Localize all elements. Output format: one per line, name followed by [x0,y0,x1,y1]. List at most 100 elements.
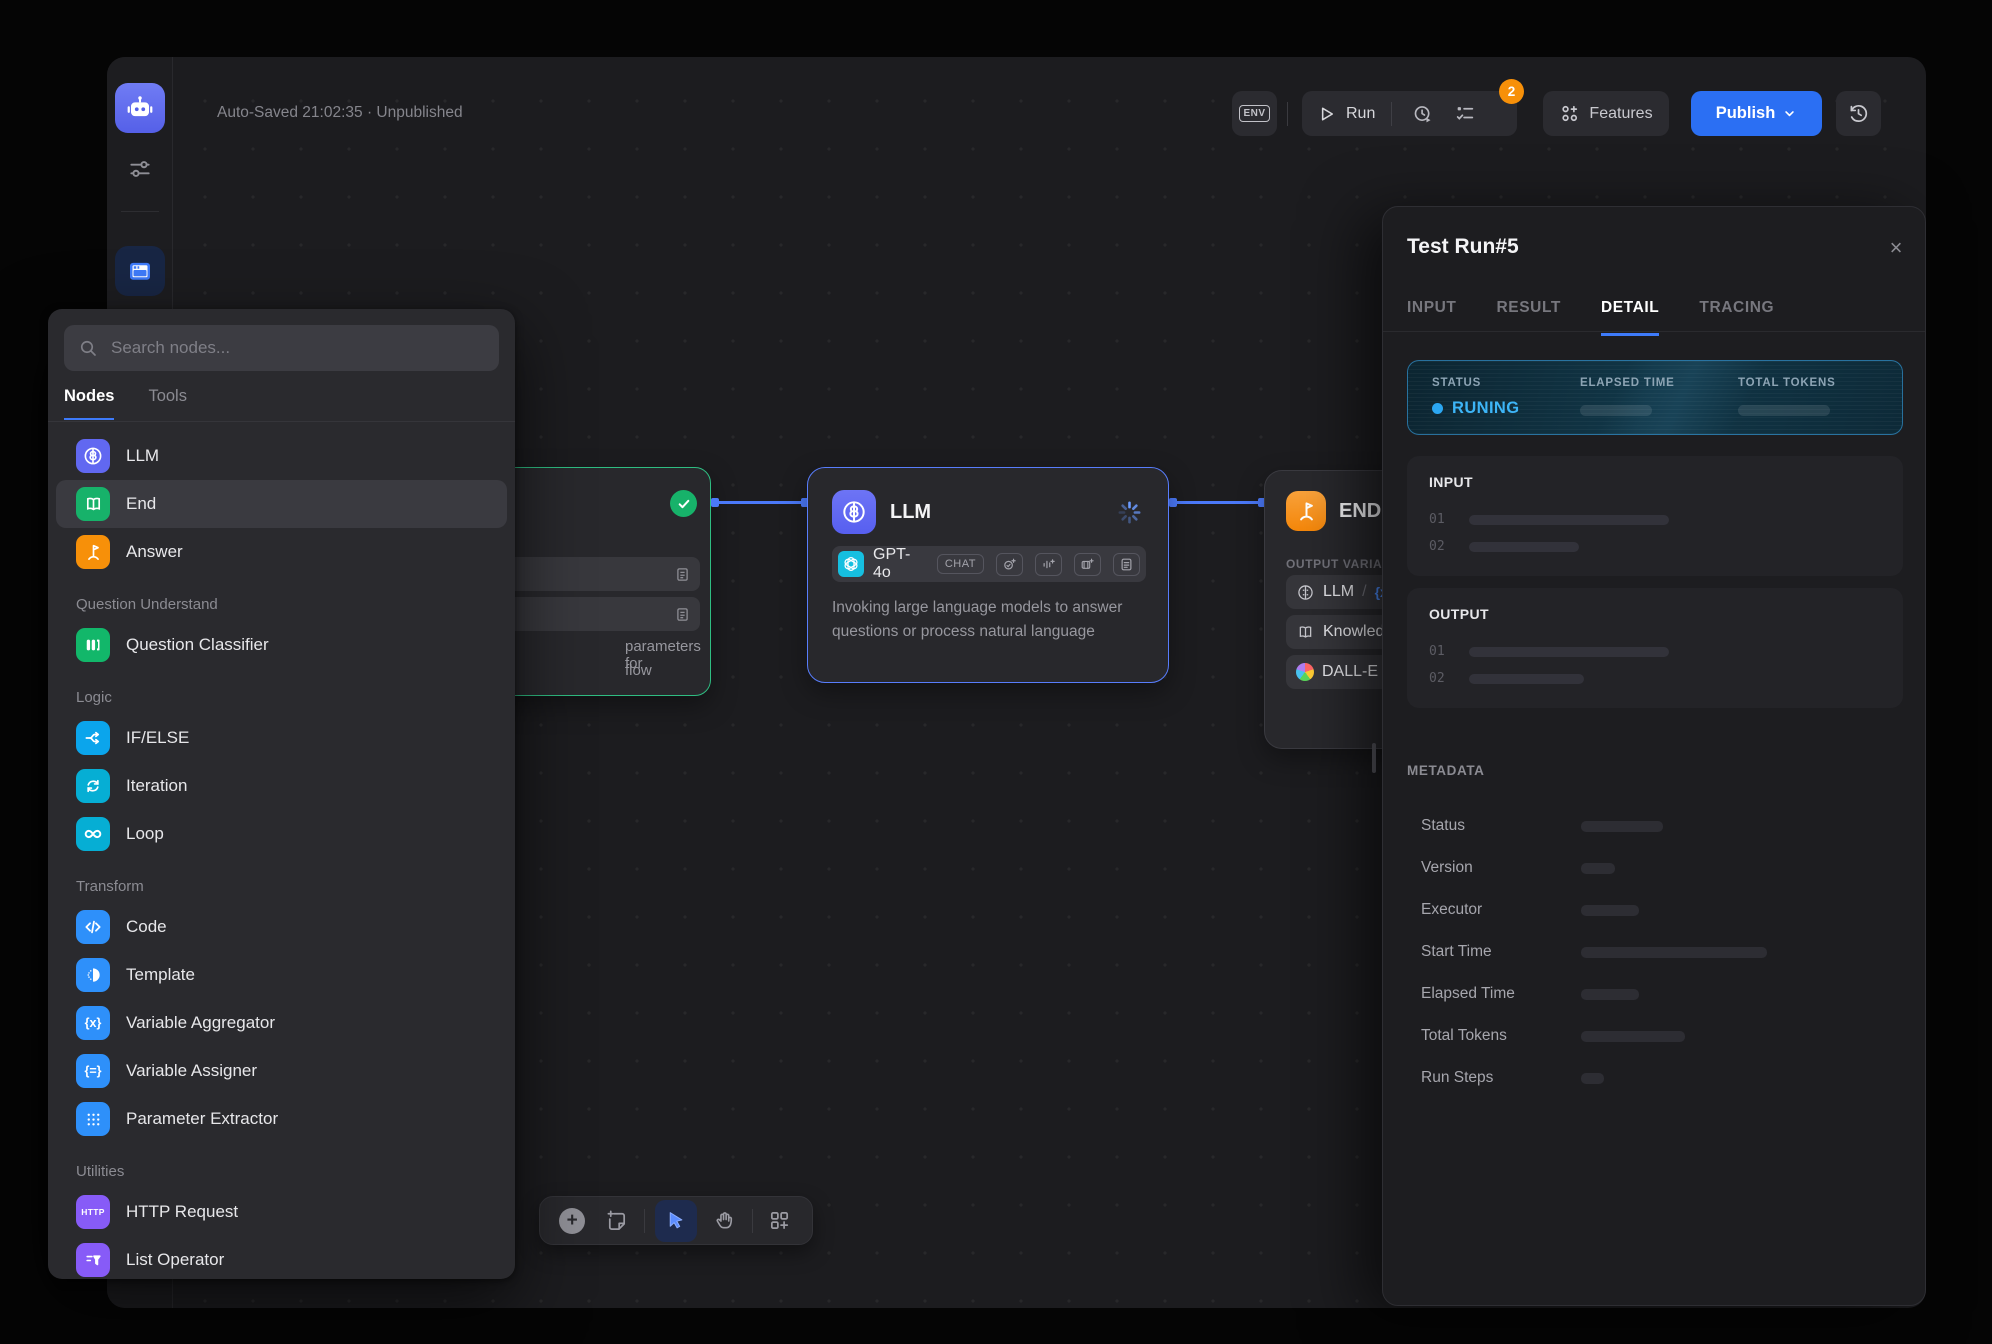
model-name: GPT-4o [873,546,928,582]
metadata-skeleton [1581,821,1663,832]
node-item-loop[interactable]: Loop [56,810,507,858]
status-card: STATUS ELAPSED TIME TOTAL TOKENS RUNING [1407,360,1903,435]
play-icon[interactable] [1316,104,1336,124]
node-item-iteration[interactable]: Iteration [56,762,507,810]
document-capability-icon [1113,553,1140,576]
run-button[interactable]: Run [1346,105,1375,123]
list-filter-icon [76,1243,110,1277]
node-item-variable-aggregator[interactable]: {x} Variable Aggregator [56,999,507,1047]
node-item-label: LLM [126,446,159,466]
close-icon[interactable]: × [1883,235,1909,261]
node-picker-panel: Nodes Tools LLM End Answer Question Unde… [48,309,515,1279]
node-item-label: Question Classifier [126,635,269,655]
metadata-skeleton [1581,989,1639,1000]
node-item-question-classifier[interactable]: Question Classifier [56,621,507,669]
running-dot-icon [1432,403,1443,414]
organize-nodes-button[interactable] [763,1204,797,1238]
history-icon [1847,102,1870,125]
node-item-label: IF/ELSE [126,728,189,748]
node-item-if-else[interactable]: IF/ELSE [56,714,507,762]
publish-label: Publish [1716,104,1776,123]
metadata-skeleton [1581,905,1639,916]
metadata-row: Elapsed Time [1421,973,1901,1015]
edge-start-to-llm [715,501,805,504]
start-node-field[interactable] [507,557,700,591]
dalle-icon [1296,663,1314,681]
node-item-llm[interactable]: LLM [56,432,507,480]
video-capability-icon [1074,553,1101,576]
status-text: RUNING [1452,399,1519,418]
panel-toggle-button[interactable] [115,246,165,296]
node-item-template[interactable]: Template [56,951,507,999]
chevron-down-icon [1782,106,1797,121]
status-label: STATUS [1432,377,1481,389]
run-panel-title: Test Run#5 [1407,235,1519,259]
tokens-skeleton [1738,405,1830,416]
loop-infinity-icon [76,817,110,851]
metadata-row: Total Tokens [1421,1015,1901,1057]
model-selector[interactable]: GPT-4o CHAT [832,546,1146,582]
add-note-button[interactable] [599,1204,633,1238]
metadata-skeleton [1581,1031,1685,1042]
node-item-label: List Operator [126,1250,224,1270]
end-book-icon [76,487,110,521]
metadata-skeleton [1581,863,1615,874]
row-marker: 02 [1429,671,1445,686]
node-item-label: Iteration [126,776,187,796]
tab-tools[interactable]: Tools [148,387,187,420]
node-item-label: Parameter Extractor [126,1109,278,1129]
node-search[interactable] [64,325,499,371]
node-item-code[interactable]: Code [56,903,507,951]
node-item-label: End [126,494,156,514]
window-icon [125,256,155,286]
input-skeleton [1469,515,1669,525]
node-panel-tabs: Nodes Tools [64,387,499,420]
run-history-icon[interactable] [1412,103,1434,125]
app-logo[interactable] [115,83,165,133]
code-icon [76,910,110,944]
metadata-row: Start Time [1421,931,1901,973]
var-separator: / [1362,583,1366,601]
search-icon [78,338,98,358]
iteration-icon [76,769,110,803]
checklist-icon[interactable] [1454,103,1476,125]
vision-capability-icon [996,553,1023,576]
node-item-list-operator[interactable]: List Operator [56,1236,507,1284]
http-icon: HTTP [76,1195,110,1229]
publish-button[interactable]: Publish [1691,91,1822,136]
pointer-tool-button[interactable] [655,1200,697,1242]
var-name: DALL-E [1322,663,1378,681]
node-item-answer[interactable]: Answer [56,528,507,576]
node-item-end[interactable]: End [56,480,507,528]
start-node-field[interactable] [507,597,700,631]
node-item-http-request[interactable]: HTTP HTTP Request [56,1188,507,1236]
elapsed-time-label: ELAPSED TIME [1580,377,1675,389]
llm-node[interactable]: LLM GPT-4o CHAT Invoking large language … [807,467,1169,683]
version-history-button[interactable] [1836,91,1881,136]
node-item-parameter-extractor[interactable]: Parameter Extractor [56,1095,507,1143]
env-icon: ENV [1239,105,1269,122]
features-button[interactable]: Features [1543,91,1669,136]
total-tokens-label: TOTAL TOKENS [1738,377,1836,389]
rail-divider [121,211,159,212]
canvas-toolbar: + [539,1196,813,1245]
output-title: OUTPUT [1429,606,1489,622]
input-card: INPUT 01 02 [1407,456,1903,576]
metadata-label: Start Time [1421,943,1581,961]
node-item-label: Variable Assigner [126,1061,257,1081]
tab-nodes[interactable]: Nodes [64,387,114,420]
metadata-skeleton [1581,1073,1604,1084]
toolbar-divider [752,1209,753,1233]
metadata-row: Executor [1421,889,1901,931]
panel-resize-handle[interactable] [1372,743,1376,773]
run-separator [1391,102,1392,126]
sliders-icon [127,156,153,182]
add-node-button[interactable]: + [555,1204,589,1238]
workflow-settings-button[interactable] [127,156,153,182]
node-item-variable-assigner[interactable]: {=} Variable Assigner [56,1047,507,1095]
env-button[interactable]: ENV [1232,91,1277,136]
metadata-skeleton [1581,947,1767,958]
hand-tool-button[interactable] [707,1204,741,1238]
answer-flag-icon [76,535,110,569]
search-input[interactable] [109,337,485,359]
